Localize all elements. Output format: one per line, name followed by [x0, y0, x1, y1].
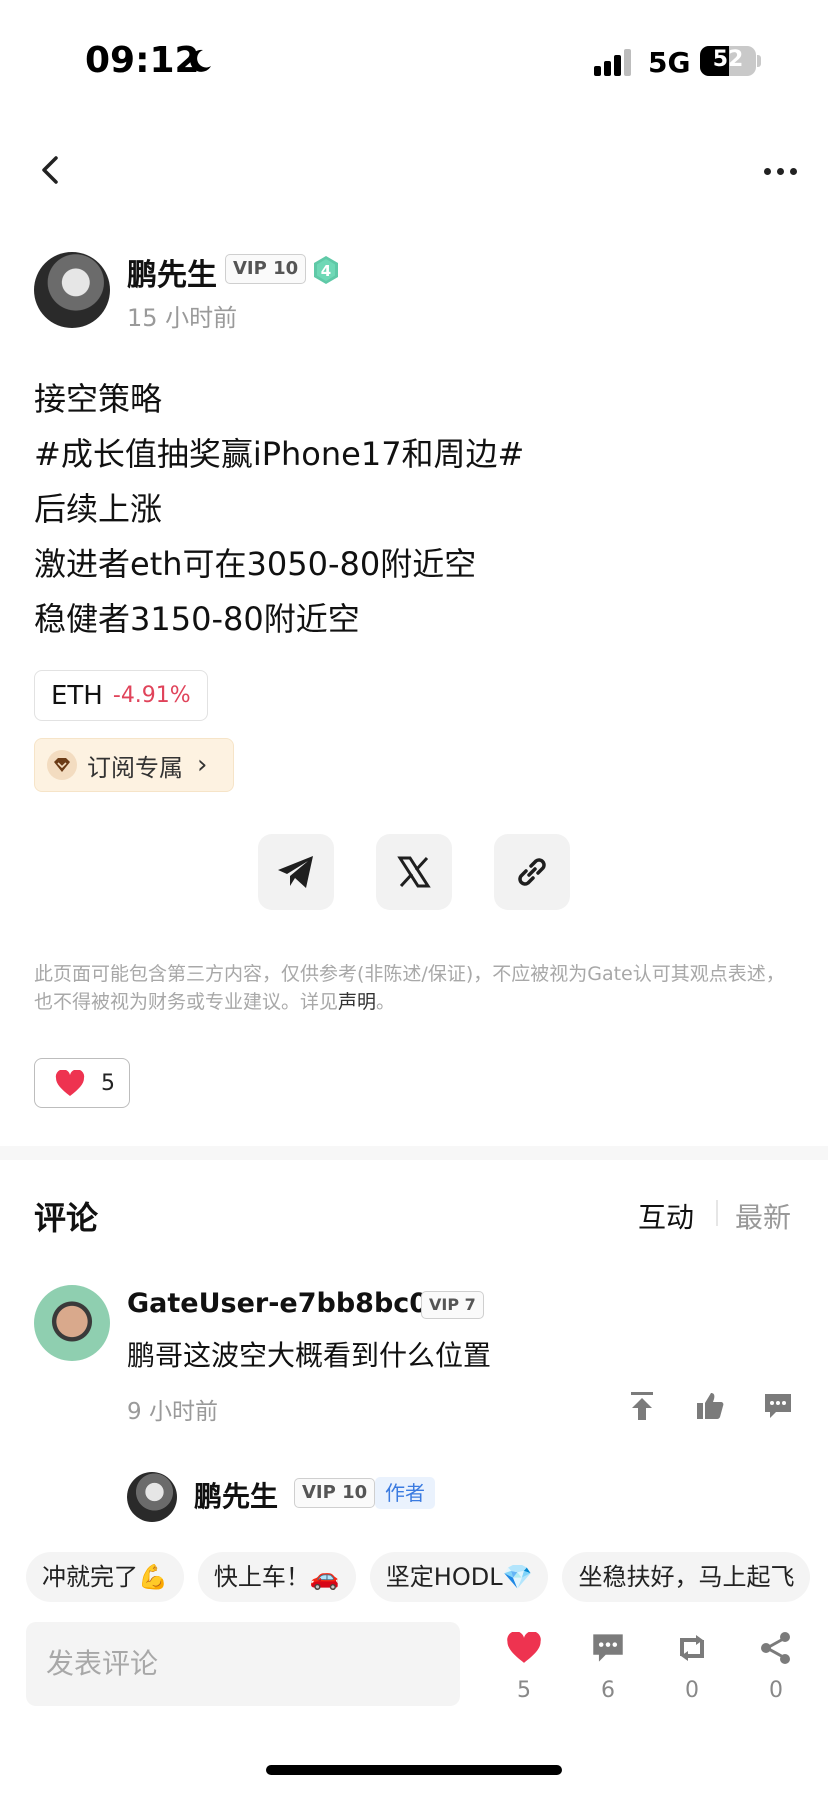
author-avatar[interactable] — [34, 252, 110, 328]
repost-icon — [680, 1635, 704, 1661]
quick-reply-row: 冲就完了💪 快上车！🚗 坚定HODL💎 坐稳扶好，马上起飞 — [26, 1552, 828, 1602]
home-indicator[interactable] — [266, 1765, 562, 1775]
bottom-repost-count: 0 — [685, 1678, 699, 1703]
author-name[interactable]: 鹏先生 — [127, 250, 217, 294]
comment-input[interactable]: 发表评论 — [26, 1622, 460, 1706]
share-telegram-button[interactable] — [258, 834, 334, 910]
more-options-icon[interactable] — [760, 160, 800, 184]
telegram-icon — [278, 856, 313, 888]
quick-reply-chip[interactable]: 冲就完了💪 — [26, 1552, 184, 1602]
section-divider — [0, 1146, 828, 1160]
bottom-share-count: 0 — [769, 1678, 783, 1703]
reply-text-clipped: · · · · · · · · · · · · · · · · · — [194, 1518, 514, 1526]
reply-button[interactable] — [760, 1388, 796, 1424]
chat-bubble-icon — [765, 1394, 791, 1418]
quick-reply-chip[interactable]: 坐稳扶好，马上起飞 — [562, 1552, 811, 1602]
disclaimer-end: 。 — [376, 991, 396, 1013]
bottom-like-button[interactable]: 5 — [494, 1628, 554, 1703]
post-line: 激进者eth可在3050-80附近空 — [34, 545, 477, 583]
post-line: 稳健者3150-80附近空 — [34, 600, 360, 638]
sort-interactive-tab[interactable]: 互动 — [638, 1196, 694, 1236]
like-count: 5 — [101, 1070, 115, 1096]
x-icon — [397, 856, 431, 888]
comment-time: 9 小时前 — [127, 1399, 218, 1425]
bottom-comment-count: 6 — [601, 1678, 615, 1703]
diamond-icon — [47, 750, 77, 780]
status-bar: 09:12 5G 52 — [0, 0, 828, 120]
share-x-button[interactable] — [376, 834, 452, 910]
post-content: 接空策略 #成长值抽奖赢iPhone17和周边# 后续上涨 激进者eth可在30… — [34, 372, 794, 647]
link-icon — [518, 858, 546, 886]
network-label: 5G — [648, 46, 691, 79]
bottom-like-count: 5 — [517, 1678, 531, 1703]
post-line[interactable]: #成长值抽奖赢iPhone17和周边# — [34, 427, 794, 482]
commenter-vip-badge: VIP 7 — [421, 1291, 484, 1319]
post-line: 接空策略 — [34, 380, 163, 418]
author-tag: 作者 — [375, 1477, 435, 1509]
author-vip-badge: VIP 10 — [225, 254, 307, 284]
comments-title: 评论 — [34, 1199, 99, 1237]
battery-level: 52 — [712, 47, 744, 72]
status-time: 09:12 — [85, 40, 200, 81]
comment-like-button[interactable] — [692, 1388, 728, 1424]
level-badge-icon: 4 — [314, 256, 338, 284]
comment-text: 鹏哥这波空大概看到什么位置 — [127, 1339, 492, 1372]
token-tag[interactable]: ETH -4.91% — [34, 670, 208, 721]
disclaimer-link[interactable]: 声明 — [338, 991, 376, 1013]
disclaimer-text: 此页面可能包含第三方内容，仅供参考(非陈述/保证)，不应被视为Gate认可其观点… — [34, 963, 785, 1013]
quick-reply-chip[interactable]: 坚定HODL💎 — [369, 1552, 549, 1602]
back-icon[interactable] — [34, 150, 70, 190]
reply-avatar[interactable] — [127, 1472, 177, 1522]
share-link-button[interactable] — [494, 834, 570, 910]
sort-separator — [716, 1200, 718, 1226]
subscription-label: 订阅专属 — [87, 753, 183, 782]
chat-bubble-icon — [593, 1634, 623, 1662]
bottom-comment-button[interactable]: 6 — [578, 1628, 638, 1703]
level-number: 4 — [321, 262, 331, 280]
sort-latest-tab[interactable]: 最新 — [735, 1196, 791, 1236]
commenter-avatar[interactable] — [34, 1285, 110, 1361]
post-time: 15 小时前 — [127, 304, 238, 332]
chevron-right-icon: › — [197, 750, 208, 780]
heart-icon — [55, 1069, 85, 1096]
share-icon — [761, 1632, 790, 1664]
battery-icon: 52 — [700, 46, 756, 76]
disclaimer: 此页面可能包含第三方内容，仅供参考(非陈述/保证)，不应被视为Gate认可其观点… — [34, 960, 800, 1016]
moon-icon — [190, 49, 211, 72]
token-change: -4.91% — [112, 683, 191, 708]
bottom-repost-button[interactable]: 0 — [662, 1628, 722, 1703]
like-button[interactable]: 5 — [34, 1058, 130, 1108]
bottom-share-button[interactable]: 0 — [746, 1628, 806, 1703]
pin-top-icon — [631, 1392, 653, 1420]
post-line: 后续上涨 — [34, 490, 163, 528]
token-symbol: ETH — [51, 680, 103, 711]
pin-top-button[interactable] — [624, 1388, 660, 1424]
subscription-tag[interactable]: 订阅专属 › — [34, 738, 234, 792]
heart-icon — [507, 1632, 541, 1663]
battery-tip — [757, 55, 761, 67]
signal-icon — [594, 48, 634, 76]
reply-vip-badge: VIP 10 — [294, 1478, 376, 1508]
reply-author-name[interactable]: 鹏先生 — [194, 1475, 278, 1515]
quick-reply-chip[interactable]: 快上车！🚗 — [197, 1552, 356, 1602]
thumbs-up-icon — [697, 1393, 724, 1419]
commenter-name[interactable]: GateUser-e7bb8bc0 — [127, 1288, 428, 1319]
